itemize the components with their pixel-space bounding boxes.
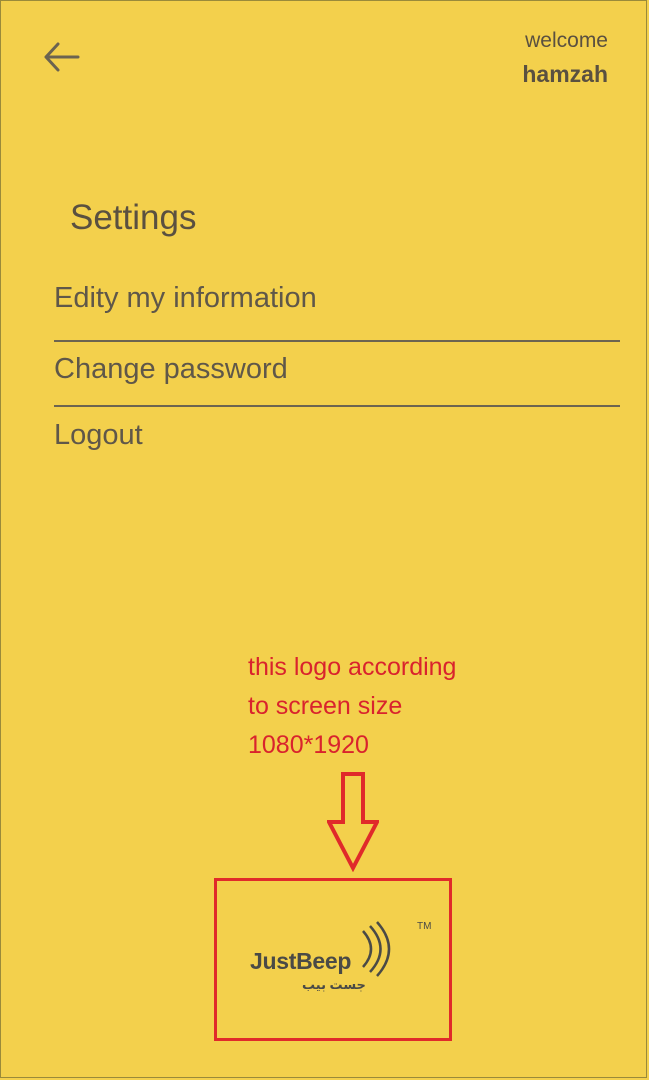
logo-arabic-name: جست بيب xyxy=(302,977,366,992)
annotation-line-1: this logo according xyxy=(248,653,457,681)
change-password-item[interactable]: Change password xyxy=(54,353,620,386)
welcome-block: welcome hamzah xyxy=(522,28,608,90)
username: hamzah xyxy=(522,61,608,87)
annotation-line-2: to screen size xyxy=(248,692,403,720)
page-title: Settings xyxy=(70,198,197,237)
divider xyxy=(54,405,620,407)
welcome-label: welcome xyxy=(525,29,608,52)
annotation-line-3: 1080*1920 xyxy=(248,731,369,759)
logo-box: JustBeep TM جست بيب xyxy=(214,878,452,1041)
edit-information-item[interactable]: Edity my information xyxy=(54,282,620,315)
divider xyxy=(54,340,620,342)
back-button[interactable] xyxy=(36,34,88,80)
annotation-note: this logo according to screen size 1080*… xyxy=(248,648,456,765)
signal-waves-icon xyxy=(362,921,391,977)
logo-name: JustBeep xyxy=(250,948,352,974)
logout-item[interactable]: Logout xyxy=(54,419,620,452)
arrow-down-outline-icon xyxy=(327,772,379,872)
arrow-left-icon xyxy=(44,42,80,72)
trademark-mark: TM xyxy=(417,921,432,932)
